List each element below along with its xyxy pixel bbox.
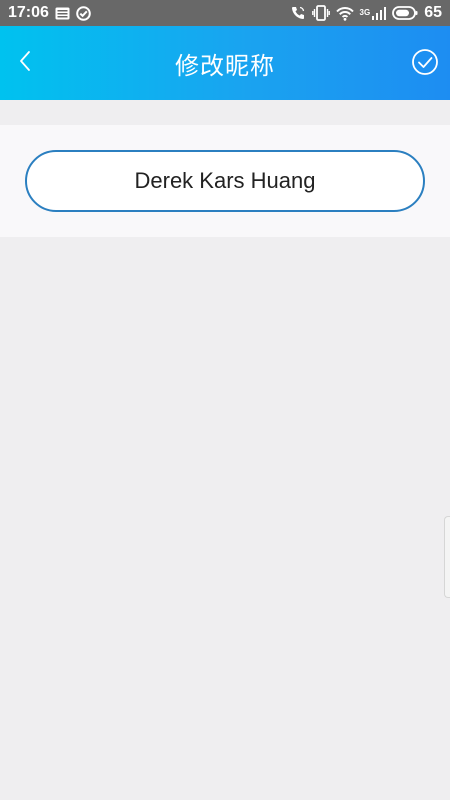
status-time: 17:06 [8, 4, 49, 21]
page-title: 修改昵称 [175, 51, 275, 80]
battery-level: 65 [424, 4, 442, 21]
vibrate-icon [311, 5, 330, 21]
header: 修改昵称 [0, 26, 450, 100]
network-type-label: 3G [359, 8, 371, 17]
edge-pull-handle[interactable] [444, 516, 450, 598]
nickname-input[interactable] [25, 150, 425, 212]
nickname-panel [0, 125, 450, 237]
check-circle-icon [411, 48, 439, 80]
wifi-icon [335, 6, 354, 21]
chevron-left-icon [18, 50, 32, 76]
confirm-button[interactable] [410, 49, 440, 79]
battery-icon [392, 6, 418, 20]
check-circle-icon [76, 5, 91, 21]
signal-icon [372, 6, 387, 20]
status-bar: 17:06 3G 65 [0, 0, 450, 26]
back-button[interactable] [10, 48, 40, 78]
call-icon [290, 5, 306, 21]
news-icon [55, 7, 70, 20]
